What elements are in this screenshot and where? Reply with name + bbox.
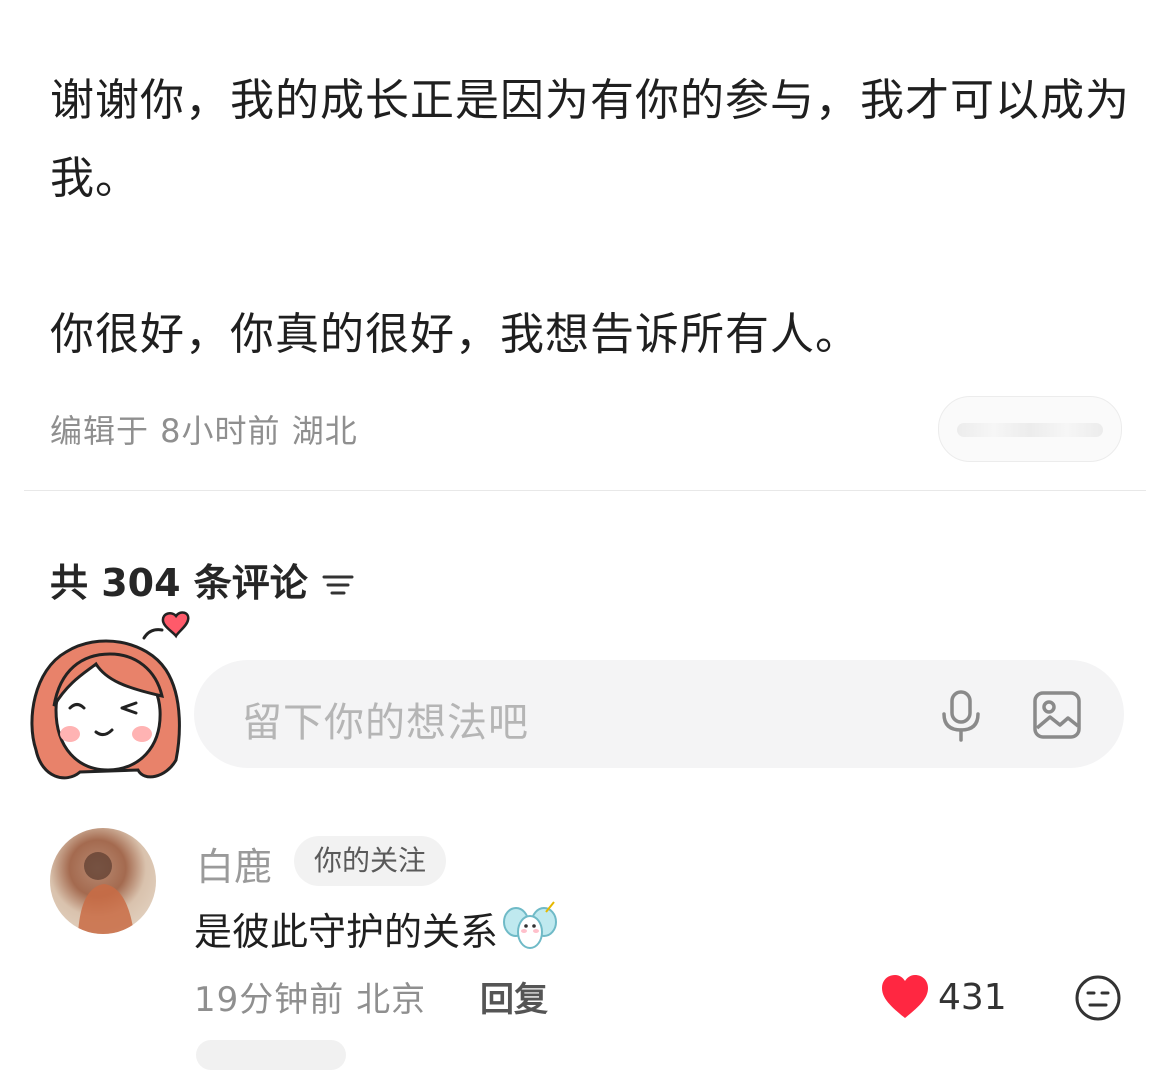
post-paragraph: 谢谢你，我的成长正是因为有你的参与，我才可以成为我。 xyxy=(50,75,1130,204)
divider xyxy=(24,490,1146,491)
post-edit-meta: 编辑于 8小时前 湖北 xyxy=(50,412,358,450)
like-button[interactable]: 431 xyxy=(880,974,1007,1020)
image-icon[interactable] xyxy=(1032,690,1082,740)
heart-icon[interactable] xyxy=(880,974,930,1020)
sort-icon[interactable] xyxy=(320,565,356,595)
commenter-name[interactable]: 白鹿 xyxy=(196,836,272,891)
commenter-avatar[interactable] xyxy=(50,828,156,934)
comment-input-placeholder: 留下你的想法吧 xyxy=(242,700,529,746)
microphone-icon[interactable] xyxy=(938,690,984,742)
comment-time-location: 19分钟前 北京 xyxy=(194,980,427,1020)
dislike-face-icon[interactable] xyxy=(1074,974,1122,1022)
post-paragraph: 你很好，你真的很好，我想告诉所有人。 xyxy=(50,309,860,360)
blurred-action-pill[interactable] xyxy=(938,396,1122,462)
fairy-sticker-icon xyxy=(502,900,558,956)
comment-body: 是彼此守护的关系 xyxy=(194,909,499,954)
next-comment-stub xyxy=(196,1040,346,1070)
comment-text: 是彼此守护的关系 xyxy=(194,900,558,956)
heart-doodle xyxy=(142,628,164,640)
my-avatar[interactable] xyxy=(26,610,194,794)
comment-input[interactable]: 留下你的想法吧 xyxy=(194,660,1124,768)
post-content: 谢谢你，我的成长正是因为有你的参与，我才可以成为我。 你很好，你真的很好，我想告… xyxy=(50,62,1130,374)
like-count: 431 xyxy=(938,976,1007,1018)
reply-button[interactable]: 回复 xyxy=(480,972,548,1021)
blurred-content xyxy=(957,423,1103,437)
following-badge: 你的关注 xyxy=(294,836,447,886)
comments-count-label: 共 304 条评论 xyxy=(50,561,308,605)
comments-header: 共 304 条评论 xyxy=(50,552,356,607)
